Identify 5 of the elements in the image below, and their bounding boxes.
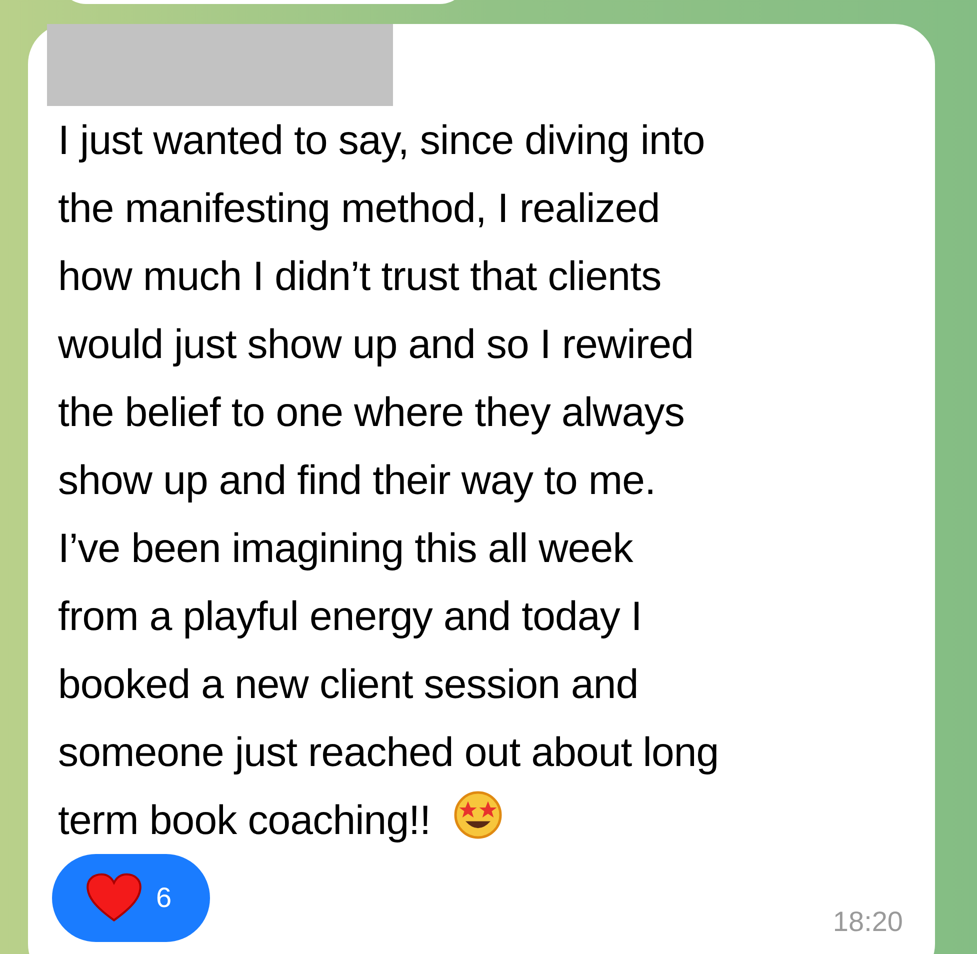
message-time: 18:20 — [832, 906, 903, 938]
heart-reaction-button[interactable]: 6 — [52, 854, 210, 942]
message-text: I just wanted to say, since diving into the manifesting method, I realized how much I didn’t trust that clients would just show up and so I rewired the belief to one where they always show up and find their way to me. I’ve been imagining this all week from a playful energy and today I booked a new client session and someone just reached out about long term book coaching!! — [58, 116, 720, 845]
star-eyes-emoji-icon — [452, 790, 503, 840]
heart-icon — [86, 873, 142, 923]
